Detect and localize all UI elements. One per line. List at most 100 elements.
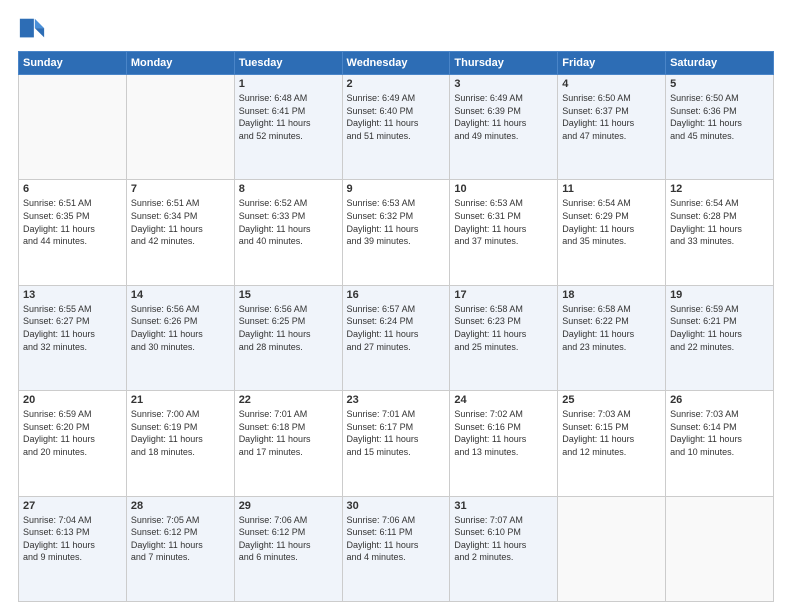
- day-info: Sunrise: 7:02 AM Sunset: 6:16 PM Dayligh…: [454, 408, 553, 458]
- calendar-cell: [126, 75, 234, 180]
- weekday-header-row: SundayMondayTuesdayWednesdayThursdayFrid…: [19, 52, 774, 75]
- day-number: 3: [454, 78, 553, 90]
- calendar-cell: 10 Sunrise: 6:53 AM Sunset: 6:31 PM Dayli…: [450, 180, 558, 285]
- calendar-cell: 22 Sunrise: 7:01 AM Sunset: 6:18 PM Dayli…: [234, 391, 342, 496]
- day-number: 29: [239, 500, 338, 512]
- day-info: Sunrise: 7:05 AM Sunset: 6:12 PM Dayligh…: [131, 514, 230, 564]
- day-info: Sunrise: 6:50 AM Sunset: 6:37 PM Dayligh…: [562, 92, 661, 142]
- calendar-cell: 6 Sunrise: 6:51 AM Sunset: 6:35 PM Daylig…: [19, 180, 127, 285]
- logo: [18, 15, 50, 43]
- day-number: 4: [562, 78, 661, 90]
- day-number: 16: [347, 289, 446, 301]
- weekday-header-monday: Monday: [126, 52, 234, 75]
- day-info: Sunrise: 6:56 AM Sunset: 6:26 PM Dayligh…: [131, 303, 230, 353]
- calendar-cell: 1 Sunrise: 6:48 AM Sunset: 6:41 PM Daylig…: [234, 75, 342, 180]
- day-info: Sunrise: 7:01 AM Sunset: 6:17 PM Dayligh…: [347, 408, 446, 458]
- day-number: 17: [454, 289, 553, 301]
- calendar-cell: 17 Sunrise: 6:58 AM Sunset: 6:23 PM Dayli…: [450, 285, 558, 390]
- calendar-cell: [666, 496, 774, 601]
- calendar-cell: 30 Sunrise: 7:06 AM Sunset: 6:11 PM Dayli…: [342, 496, 450, 601]
- day-info: Sunrise: 6:51 AM Sunset: 6:35 PM Dayligh…: [23, 197, 122, 247]
- calendar-cell: 31 Sunrise: 7:07 AM Sunset: 6:10 PM Dayli…: [450, 496, 558, 601]
- day-info: Sunrise: 7:07 AM Sunset: 6:10 PM Dayligh…: [454, 514, 553, 564]
- day-info: Sunrise: 6:54 AM Sunset: 6:29 PM Dayligh…: [562, 197, 661, 247]
- calendar-cell: 14Sunrise: 6:56 AM Sunset: 6:26 PM Dayli…: [126, 285, 234, 390]
- calendar-cell: [19, 75, 127, 180]
- day-info: Sunrise: 6:49 AM Sunset: 6:40 PM Dayligh…: [347, 92, 446, 142]
- day-info: Sunrise: 6:53 AM Sunset: 6:31 PM Dayligh…: [454, 197, 553, 247]
- calendar-cell: 24Sunrise: 7:02 AM Sunset: 6:16 PM Dayli…: [450, 391, 558, 496]
- day-number: 27: [23, 500, 122, 512]
- calendar-cell: 27 Sunrise: 7:04 AM Sunset: 6:13 PM Dayli…: [19, 496, 127, 601]
- calendar-cell: 19 Sunrise: 6:59 AM Sunset: 6:21 PM Dayli…: [666, 285, 774, 390]
- day-number: 18: [562, 289, 661, 301]
- calendar-week-4: 20 Sunrise: 6:59 AM Sunset: 6:20 PM Dayli…: [19, 391, 774, 496]
- day-info: Sunrise: 7:06 AM Sunset: 6:12 PM Dayligh…: [239, 514, 338, 564]
- header: [18, 15, 774, 43]
- calendar-cell: 16 Sunrise: 6:57 AM Sunset: 6:24 PM Dayli…: [342, 285, 450, 390]
- day-number: 23: [347, 394, 446, 406]
- day-number: 6: [23, 183, 122, 195]
- day-number: 2: [347, 78, 446, 90]
- day-number: 21: [131, 394, 230, 406]
- day-info: Sunrise: 7:04 AM Sunset: 6:13 PM Dayligh…: [23, 514, 122, 564]
- calendar-cell: 18Sunrise: 6:58 AM Sunset: 6:22 PM Dayli…: [558, 285, 666, 390]
- calendar-cell: 7 Sunrise: 6:51 AM Sunset: 6:34 PM Daylig…: [126, 180, 234, 285]
- calendar-cell: 13 Sunrise: 6:55 AM Sunset: 6:27 PM Dayli…: [19, 285, 127, 390]
- calendar-cell: 29 Sunrise: 7:06 AM Sunset: 6:12 PM Dayli…: [234, 496, 342, 601]
- day-info: Sunrise: 6:53 AM Sunset: 6:32 PM Dayligh…: [347, 197, 446, 247]
- day-info: Sunrise: 7:00 AM Sunset: 6:19 PM Dayligh…: [131, 408, 230, 458]
- day-info: Sunrise: 6:56 AM Sunset: 6:25 PM Dayligh…: [239, 303, 338, 353]
- day-number: 9: [347, 183, 446, 195]
- day-info: Sunrise: 6:54 AM Sunset: 6:28 PM Dayligh…: [670, 197, 769, 247]
- day-number: 20: [23, 394, 122, 406]
- weekday-header-tuesday: Tuesday: [234, 52, 342, 75]
- day-number: 10: [454, 183, 553, 195]
- calendar-cell: 4 Sunrise: 6:50 AM Sunset: 6:37 PM Daylig…: [558, 75, 666, 180]
- day-info: Sunrise: 6:50 AM Sunset: 6:36 PM Dayligh…: [670, 92, 769, 142]
- day-number: 7: [131, 183, 230, 195]
- day-info: Sunrise: 7:06 AM Sunset: 6:11 PM Dayligh…: [347, 514, 446, 564]
- calendar-cell: 5 Sunrise: 6:50 AM Sunset: 6:36 PM Daylig…: [666, 75, 774, 180]
- day-info: Sunrise: 6:58 AM Sunset: 6:23 PM Dayligh…: [454, 303, 553, 353]
- calendar-cell: 8Sunrise: 6:52 AM Sunset: 6:33 PM Daylig…: [234, 180, 342, 285]
- calendar-cell: 3Sunrise: 6:49 AM Sunset: 6:39 PM Daylig…: [450, 75, 558, 180]
- calendar-table: SundayMondayTuesdayWednesdayThursdayFrid…: [18, 51, 774, 602]
- calendar-cell: 21 Sunrise: 7:00 AM Sunset: 6:19 PM Dayli…: [126, 391, 234, 496]
- calendar-cell: 15 Sunrise: 6:56 AM Sunset: 6:25 PM Dayli…: [234, 285, 342, 390]
- calendar-cell: 2 Sunrise: 6:49 AM Sunset: 6:40 PM Daylig…: [342, 75, 450, 180]
- day-number: 31: [454, 500, 553, 512]
- calendar-cell: 26Sunrise: 7:03 AM Sunset: 6:14 PM Dayli…: [666, 391, 774, 496]
- day-info: Sunrise: 7:01 AM Sunset: 6:18 PM Dayligh…: [239, 408, 338, 458]
- day-info: Sunrise: 6:52 AM Sunset: 6:33 PM Dayligh…: [239, 197, 338, 247]
- calendar-cell: 28Sunrise: 7:05 AM Sunset: 6:12 PM Dayli…: [126, 496, 234, 601]
- day-number: 11: [562, 183, 661, 195]
- day-info: Sunrise: 6:57 AM Sunset: 6:24 PM Dayligh…: [347, 303, 446, 353]
- page: SundayMondayTuesdayWednesdayThursdayFrid…: [0, 0, 792, 612]
- calendar-cell: [558, 496, 666, 601]
- calendar-week-3: 13 Sunrise: 6:55 AM Sunset: 6:27 PM Dayli…: [19, 285, 774, 390]
- day-number: 1: [239, 78, 338, 90]
- day-number: 15: [239, 289, 338, 301]
- day-number: 19: [670, 289, 769, 301]
- weekday-header-thursday: Thursday: [450, 52, 558, 75]
- day-number: 5: [670, 78, 769, 90]
- calendar-week-5: 27 Sunrise: 7:04 AM Sunset: 6:13 PM Dayli…: [19, 496, 774, 601]
- calendar-week-1: 1 Sunrise: 6:48 AM Sunset: 6:41 PM Daylig…: [19, 75, 774, 180]
- day-info: Sunrise: 6:48 AM Sunset: 6:41 PM Dayligh…: [239, 92, 338, 142]
- calendar-cell: 20 Sunrise: 6:59 AM Sunset: 6:20 PM Dayli…: [19, 391, 127, 496]
- day-number: 30: [347, 500, 446, 512]
- day-info: Sunrise: 6:59 AM Sunset: 6:21 PM Dayligh…: [670, 303, 769, 353]
- calendar-cell: 25Sunrise: 7:03 AM Sunset: 6:15 PM Dayli…: [558, 391, 666, 496]
- calendar-cell: 12Sunrise: 6:54 AM Sunset: 6:28 PM Dayli…: [666, 180, 774, 285]
- weekday-header-wednesday: Wednesday: [342, 52, 450, 75]
- weekday-header-friday: Friday: [558, 52, 666, 75]
- day-number: 13: [23, 289, 122, 301]
- day-info: Sunrise: 7:03 AM Sunset: 6:15 PM Dayligh…: [562, 408, 661, 458]
- day-number: 22: [239, 394, 338, 406]
- day-info: Sunrise: 6:59 AM Sunset: 6:20 PM Dayligh…: [23, 408, 122, 458]
- calendar-week-2: 6 Sunrise: 6:51 AM Sunset: 6:35 PM Daylig…: [19, 180, 774, 285]
- day-info: Sunrise: 6:55 AM Sunset: 6:27 PM Dayligh…: [23, 303, 122, 353]
- day-info: Sunrise: 6:51 AM Sunset: 6:34 PM Dayligh…: [131, 197, 230, 247]
- calendar-cell: 23 Sunrise: 7:01 AM Sunset: 6:17 PM Dayli…: [342, 391, 450, 496]
